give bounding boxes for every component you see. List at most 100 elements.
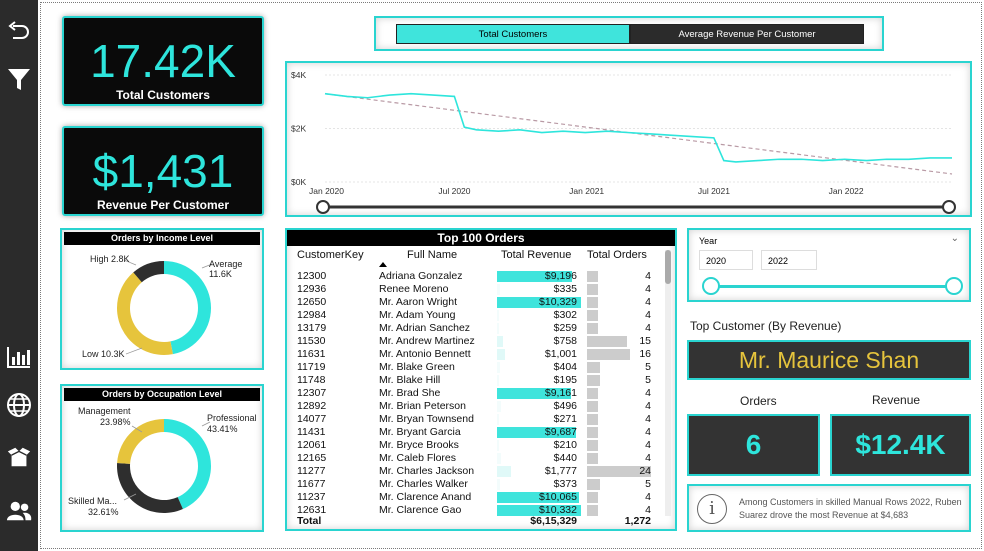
cell-revenue: $758 (553, 335, 577, 347)
cell-customerkey: 11748 (297, 374, 326, 386)
table-row[interactable]: 11631 Mr. Antonio Bennett $1,001 16 (295, 348, 657, 361)
users-icon[interactable] (6, 498, 32, 524)
cell-fullname: Mr. Bryant Garcia (379, 426, 461, 438)
cell-orders: 4 (645, 387, 651, 399)
table-row[interactable]: 12300 Adriana Gonzalez $9,196 4 (295, 270, 657, 283)
globe-icon[interactable] (6, 392, 32, 418)
y-tick-label: $2K (291, 124, 306, 134)
back-arrow-icon[interactable] (6, 18, 32, 44)
table-row[interactable]: 11719 Mr. Blake Green $404 5 (295, 361, 657, 374)
income-low-label: Low 10.3K (82, 349, 125, 359)
year-slicer-label: Year (699, 236, 718, 246)
table-row[interactable]: 11277 Mr. Charles Jackson $1,777 24 (295, 465, 657, 478)
cell-revenue: $1,001 (544, 348, 577, 360)
filter-icon[interactable] (6, 66, 32, 92)
revenue-label: Revenue (872, 393, 921, 407)
toggle-average-revenue[interactable]: Average Revenue Per Customer (630, 24, 864, 44)
y-tick-label: $0K (291, 177, 306, 187)
table-row[interactable]: 13179 Mr. Adrian Sanchez $259 4 (295, 322, 657, 335)
cell-fullname: Mr. Clarence Anand (379, 491, 472, 503)
year-from-input[interactable]: 2020 (699, 250, 753, 270)
cell-orders: 24 (639, 465, 651, 477)
cell-orders: 4 (645, 400, 651, 412)
year-slider-end-handle[interactable] (945, 277, 963, 295)
date-slider-start-handle[interactable] (316, 200, 330, 214)
toggle-total-customers[interactable]: Total Customers (396, 24, 630, 44)
table-row[interactable]: 12307 Mr. Brad She $9,161 4 (295, 387, 657, 400)
occupation-management-pct: 23.98% (100, 417, 131, 427)
table-row[interactable]: 12936 Renee Moreno $335 4 (295, 283, 657, 296)
cell-fullname: Mr. Adam Young (379, 309, 456, 321)
table-row[interactable]: 14077 Mr. Bryan Townsend $271 4 (295, 413, 657, 426)
cell-orders: 4 (645, 491, 651, 503)
occupation-slice-skilled-manual[interactable] (116, 462, 183, 513)
table-row[interactable]: 11431 Mr. Bryant Garcia $9,687 4 (295, 426, 657, 439)
chevron-down-icon[interactable]: ⌄ (951, 233, 959, 244)
sort-ascending-icon[interactable] (379, 262, 387, 267)
cell-fullname: Mr. Bryan Townsend (379, 413, 474, 425)
table-row[interactable]: 12165 Mr. Caleb Flores $440 4 (295, 452, 657, 465)
table-row[interactable]: 12650 Mr. Aaron Wright $10,329 4 (295, 296, 657, 309)
table-row[interactable]: 11677 Mr. Charles Walker $373 5 (295, 478, 657, 491)
table-row[interactable]: 11237 Mr. Clarence Anand $10,065 4 (295, 491, 657, 504)
col-header-fullname[interactable]: Full Name (407, 249, 457, 262)
col-header-customerkey[interactable]: CustomerKey (297, 249, 364, 262)
year-to-input[interactable]: 2022 (761, 250, 817, 270)
table-row[interactable]: 12061 Mr. Bryce Brooks $210 4 (295, 439, 657, 452)
table-header-row: CustomerKey Full Name Total Revenue Tota… (295, 249, 657, 263)
cell-orders: 4 (645, 296, 651, 308)
year-slider-track[interactable] (711, 285, 955, 288)
cell-fullname: Mr. Brian Peterson (379, 400, 466, 412)
cell-orders: 4 (645, 452, 651, 464)
cell-orders: 4 (645, 322, 651, 334)
cell-orders: 16 (639, 348, 651, 360)
x-tick-label: Jul 2020 (438, 186, 470, 196)
cell-revenue: $271 (553, 413, 577, 425)
income-average-label: Average (209, 259, 243, 269)
cell-fullname: Mr. Charles Walker (379, 478, 468, 490)
cell-fullname: Mr. Caleb Flores (379, 452, 457, 464)
income-slice-average[interactable] (164, 261, 211, 355)
cell-revenue: $302 (553, 309, 577, 321)
cell-customerkey: 11530 (297, 335, 326, 347)
table-row[interactable]: 11748 Mr. Blake Hill $195 5 (295, 374, 657, 387)
table-scrollbar-thumb[interactable] (665, 250, 671, 284)
cell-customerkey: 12984 (297, 309, 327, 321)
col-header-revenue[interactable]: Total Revenue (501, 249, 571, 262)
cell-revenue: $440 (553, 452, 577, 464)
income-slice-low[interactable] (117, 272, 173, 355)
occupation-slice-professional[interactable] (164, 419, 211, 510)
top-customer-name: Mr. Maurice Shan (687, 340, 971, 380)
table-row[interactable]: 12984 Mr. Adam Young $302 4 (295, 309, 657, 322)
cell-fullname: Mr. Aaron Wright (379, 296, 458, 308)
table-title: Top 100 Orders (287, 230, 675, 246)
table-total-row: Total $6,15,329 1,272 (295, 515, 657, 528)
occupation-management-label: Management (78, 406, 131, 416)
cell-fullname: Mr. Blake Hill (379, 374, 441, 386)
cell-orders: 4 (645, 283, 651, 295)
col-header-orders[interactable]: Total Orders (587, 249, 647, 262)
total-revenue: $6,15,329 (530, 515, 577, 527)
cell-fullname: Renee Moreno (379, 283, 449, 295)
cell-customerkey: 12936 (297, 283, 327, 295)
cell-orders: 4 (645, 309, 651, 321)
box-icon[interactable] (6, 444, 32, 470)
income-average-value: 11.6K (209, 269, 232, 279)
date-slider-end-handle[interactable] (942, 200, 956, 214)
bar-chart-icon[interactable] (6, 344, 32, 370)
table-row[interactable]: 12892 Mr. Brian Peterson $496 4 (295, 400, 657, 413)
year-slider-start-handle[interactable] (702, 277, 720, 295)
cell-orders: 4 (645, 439, 651, 451)
x-tick-label: Jan 2020 (309, 186, 344, 196)
cell-orders: 4 (645, 270, 651, 282)
cell-customerkey: 11277 (297, 465, 326, 477)
occupation-level-chart: Orders by Occupation Level Management 23… (60, 384, 264, 532)
cell-orders: 4 (645, 426, 651, 438)
insight-card: i Among Customers in skilled Manual Rows… (687, 484, 971, 532)
cell-customerkey: 11677 (297, 478, 326, 490)
cell-fullname: Mr. Bryce Brooks (379, 439, 459, 451)
cell-fullname: Mr. Antonio Bennett (379, 348, 471, 360)
income-donut (117, 259, 213, 355)
table-row[interactable]: 11530 Mr. Andrew Martinez $758 15 (295, 335, 657, 348)
table-scrollbar[interactable] (665, 250, 671, 516)
